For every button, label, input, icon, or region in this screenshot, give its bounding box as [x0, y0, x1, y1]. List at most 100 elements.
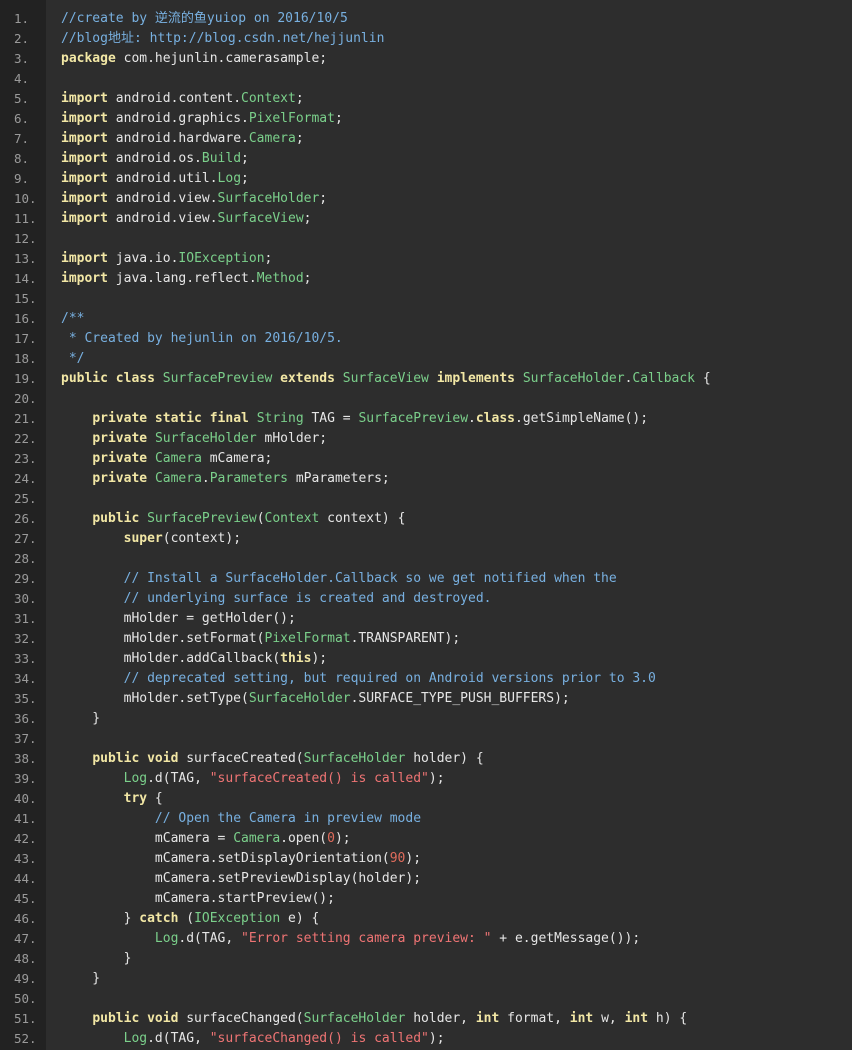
code-token: );: [405, 851, 422, 866]
code-line: 26. public SurfacePreview(Context contex…: [0, 509, 852, 529]
line-number: 6.: [14, 111, 30, 126]
line-number: 5.: [14, 91, 30, 106]
code-token: Context: [241, 91, 296, 106]
line-code: */: [61, 349, 85, 369]
code-line: 4.: [0, 69, 852, 89]
line-code: } catch (IOException e) {: [61, 909, 320, 929]
code-line: 6. import android.graphics.PixelFormat;: [0, 109, 852, 129]
code-line: 9. import android.util.Log;: [0, 169, 852, 189]
code-token: {: [695, 371, 711, 386]
code-line: 30. // underlying surface is created and…: [0, 589, 852, 609]
code-token: import: [61, 111, 108, 126]
code-token: SurfaceHolder: [303, 751, 406, 766]
line-number: 28.: [14, 551, 37, 566]
code-token: import: [61, 131, 108, 146]
code-token: Parameters: [209, 471, 289, 486]
code-token: );: [311, 651, 328, 666]
code-token: Method: [256, 271, 304, 286]
code-token: // deprecated setting, but required on A…: [123, 671, 656, 686]
line-code: import android.os.Build;: [61, 149, 249, 169]
line-number: 4.: [14, 71, 30, 86]
code-token: surfaceCreated(: [178, 751, 304, 766]
line-code: import android.graphics.PixelFormat;: [61, 109, 343, 129]
code-token: e) {: [280, 911, 320, 926]
code-token: String: [256, 411, 304, 426]
code-token: }: [61, 951, 132, 966]
line-number: 25.: [14, 491, 37, 506]
code-token: }: [61, 911, 140, 926]
code-token: .d(TAG,: [147, 771, 210, 786]
code-token: 0: [327, 831, 335, 846]
code-token: );: [428, 1031, 445, 1046]
line-number: 1.: [14, 11, 30, 26]
code-token: ;: [334, 111, 343, 126]
line-code: mCamera = Camera.open(0);: [61, 829, 351, 849]
code-line: 37.: [0, 729, 852, 749]
code-token: import: [61, 151, 108, 166]
code-token: // Install a SurfaceHolder.Callback so w…: [123, 571, 617, 586]
code-token: mCamera.startPreview();: [61, 891, 335, 906]
line-code: import java.io.IOException;: [61, 249, 272, 269]
line-number: 31.: [14, 611, 37, 626]
code-line: 3. package com.hejunlin.camerasample;: [0, 49, 852, 69]
line-number: 21.: [14, 411, 37, 426]
line-code: // Open the Camera in preview mode: [61, 809, 421, 829]
code-token: ;: [264, 251, 273, 266]
line-number: 48.: [14, 951, 37, 966]
code-token: Log: [217, 171, 242, 186]
code-token: (: [178, 911, 195, 926]
code-token: Log: [123, 771, 148, 786]
line-number: 2.: [14, 31, 30, 46]
line-number: 38.: [14, 751, 37, 766]
line-number: 13.: [14, 251, 37, 266]
line-number: 20.: [14, 391, 37, 406]
line-number: 12.: [14, 231, 37, 246]
code-token: context) {: [319, 511, 406, 526]
code-token: {: [147, 791, 163, 806]
code-token: .getSimpleName();: [515, 411, 649, 426]
line-code: //blog地址: http://blog.csdn.net/hejjunlin: [61, 29, 384, 49]
line-code: import android.view.SurfaceView;: [61, 209, 311, 229]
code-token: mCamera.setDisplayOrientation(: [61, 851, 390, 866]
line-number: 17.: [14, 331, 37, 346]
line-code: try {: [61, 789, 163, 809]
line-code: mHolder = getHolder();: [61, 609, 296, 629]
code-token: Context: [264, 511, 320, 526]
code-token: com.hejunlin.camerasample;: [115, 51, 328, 66]
code-line: 38. public void surfaceCreated(SurfaceHo…: [0, 749, 852, 769]
code-token: Camera: [154, 451, 202, 466]
code-token: android.hardware.: [107, 131, 249, 146]
code-token: private static final: [92, 411, 249, 426]
code-token: implements: [436, 371, 515, 386]
code-token: int: [475, 1011, 500, 1026]
code-line: 28.: [0, 549, 852, 569]
code-token: android.os.: [107, 151, 202, 166]
line-number: 19.: [14, 371, 37, 386]
code-token: SurfacePreview: [162, 371, 273, 386]
line-code: Log.d(TAG, "surfaceCreated() is called")…: [61, 769, 445, 789]
code-token: // Open the Camera in preview mode: [154, 811, 422, 826]
code-token: try: [123, 791, 148, 806]
line-code: import android.content.Context;: [61, 89, 304, 109]
code-token: .: [201, 471, 210, 486]
code-line: 8. import android.os.Build;: [0, 149, 852, 169]
code-token: .SURFACE_TYPE_PUSH_BUFFERS);: [350, 691, 570, 706]
line-number: 15.: [14, 291, 37, 306]
code-line: 52. Log.d(TAG, "surfaceChanged() is call…: [0, 1029, 852, 1049]
code-line: 16. /**: [0, 309, 852, 329]
line-code: import android.util.Log;: [61, 169, 249, 189]
code-token: h) {: [648, 1011, 688, 1026]
code-token: class: [475, 411, 515, 426]
code-line: 49. }: [0, 969, 852, 989]
code-token: .d(TAG,: [147, 1031, 210, 1046]
line-number: 43.: [14, 851, 37, 866]
line-number: 23.: [14, 451, 37, 466]
code-line: 13. import java.io.IOException;: [0, 249, 852, 269]
line-code: mHolder.addCallback(this);: [61, 649, 328, 669]
